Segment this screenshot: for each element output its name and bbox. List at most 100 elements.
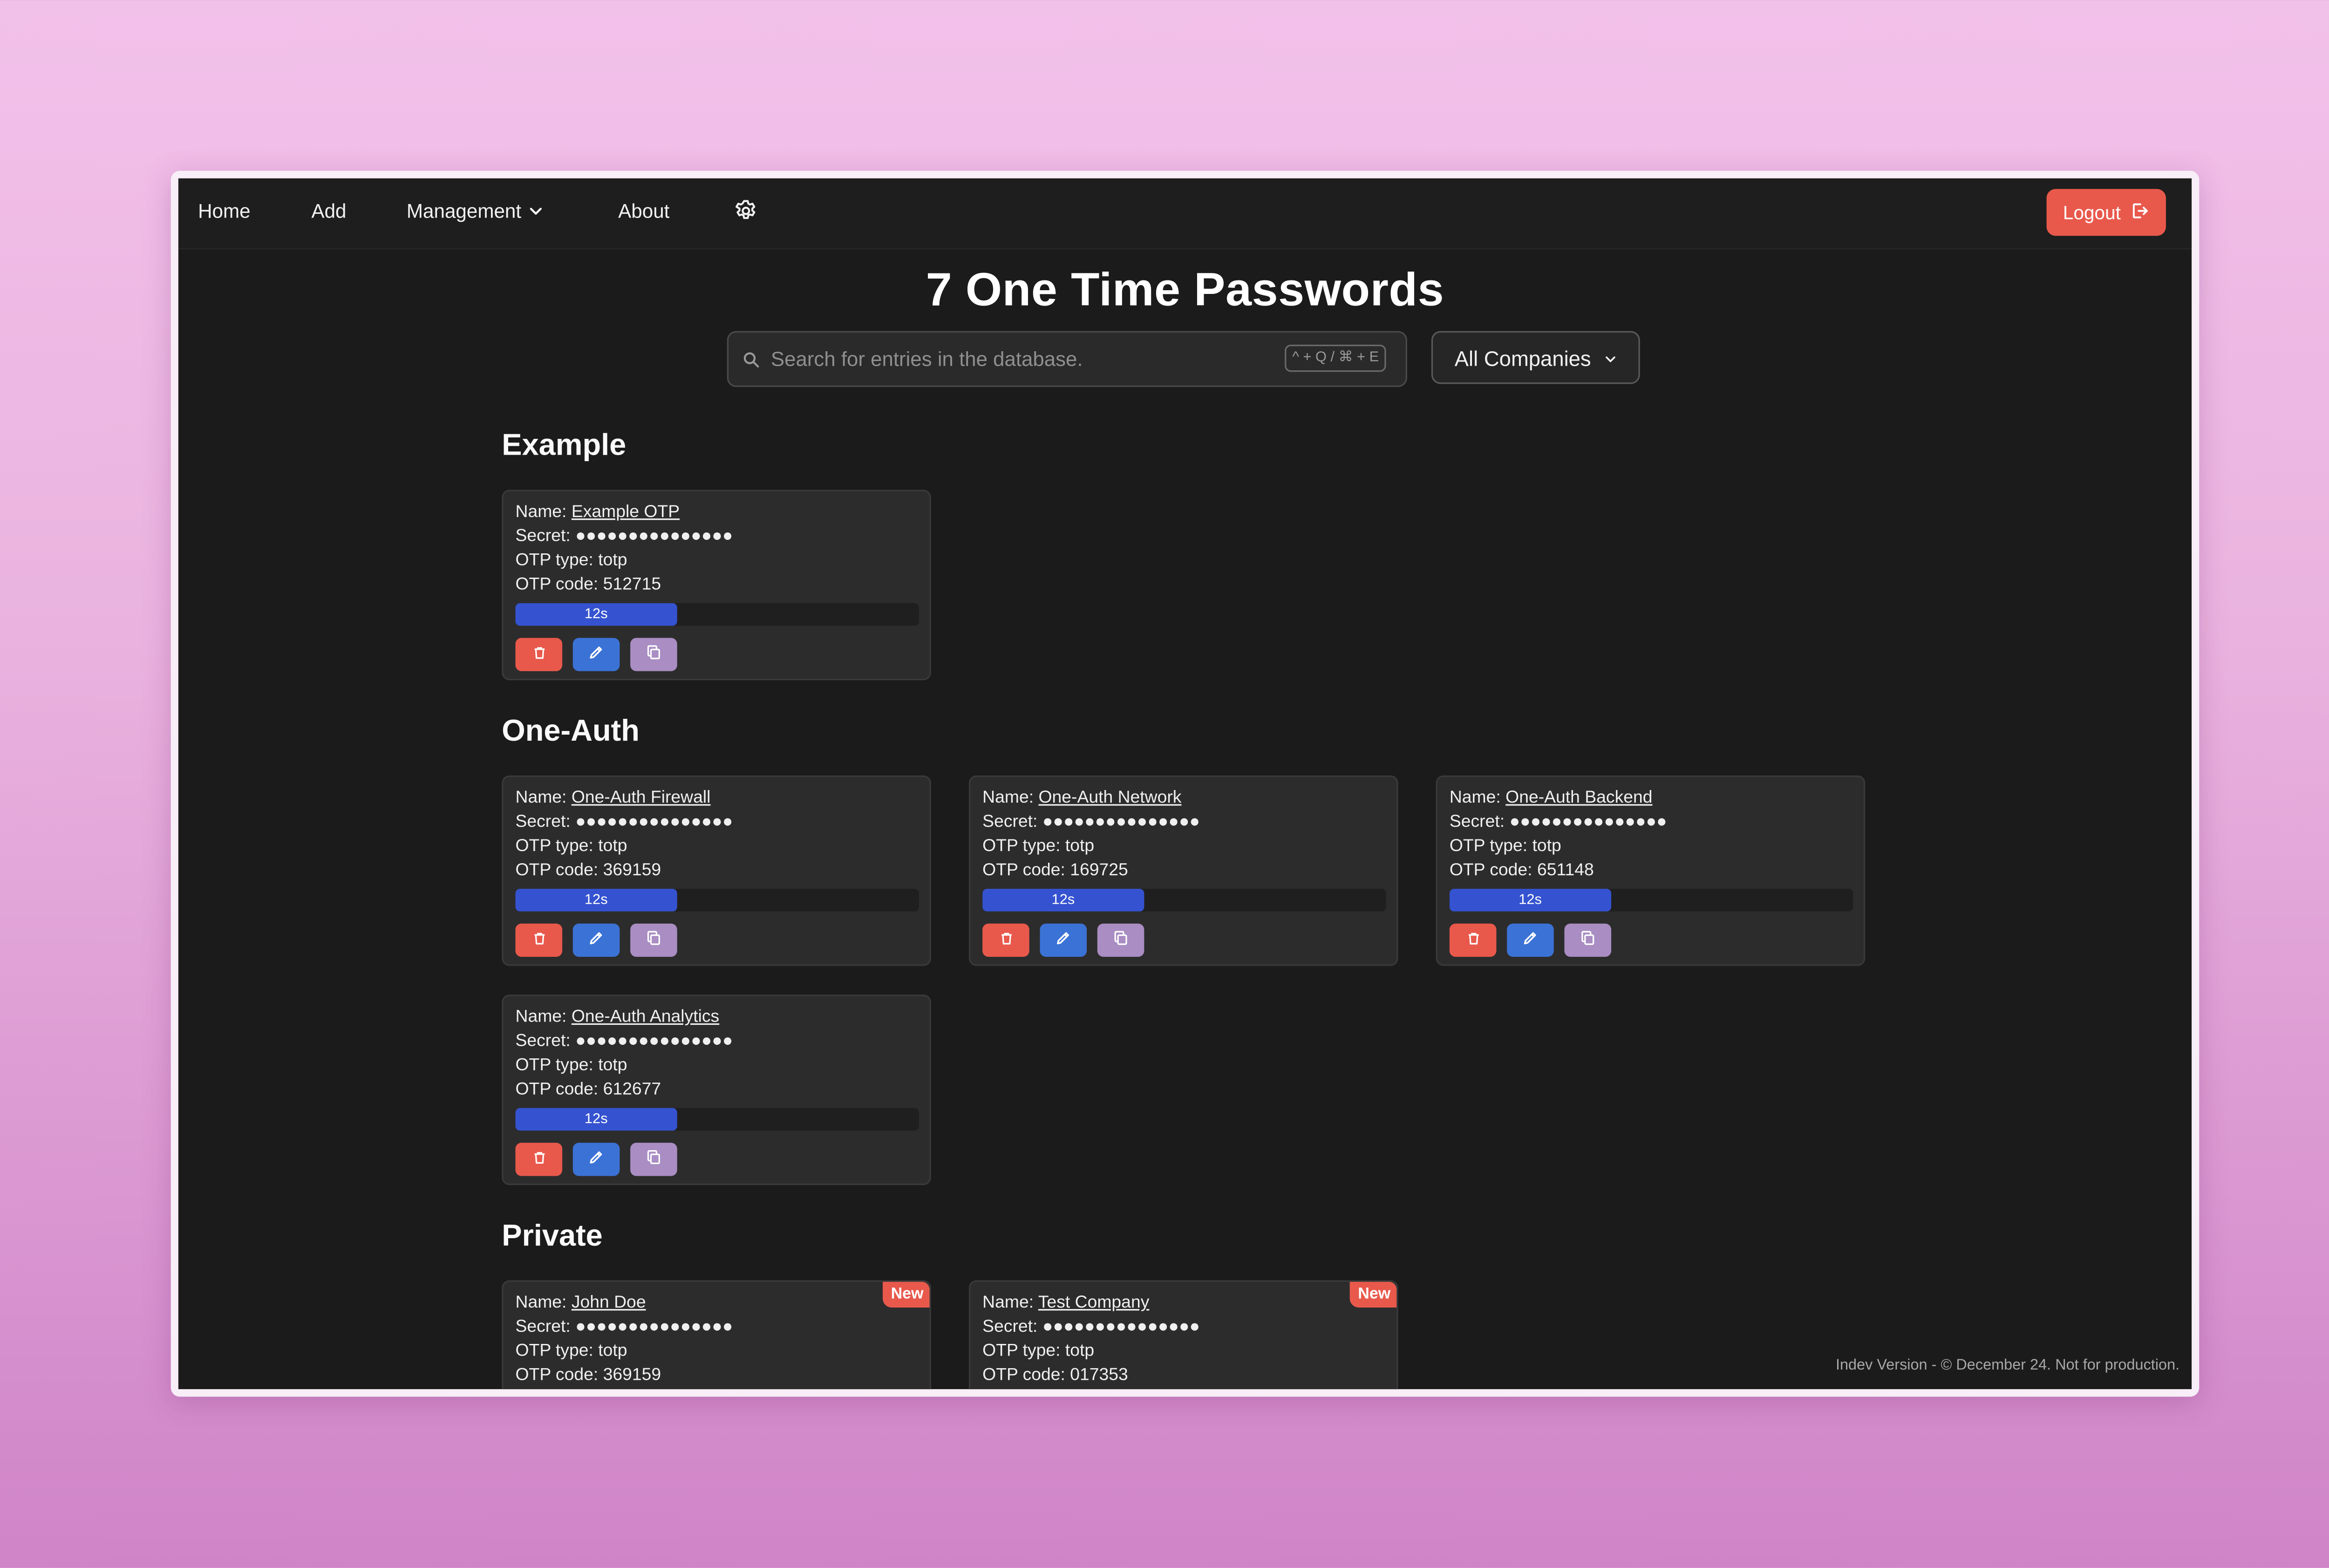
otp-name-label: Name:: [982, 1294, 1034, 1312]
section-title-one-auth: One-Auth: [502, 715, 640, 749]
otp-timer-label: 12s: [584, 892, 608, 909]
section-title-example: Example: [502, 429, 627, 463]
otp-type-row: OTP type: totp: [982, 838, 1094, 856]
otp-type-label: OTP type:: [982, 837, 1061, 856]
otp-type-value: totp: [598, 1342, 627, 1361]
search-box: ^ + Q / ⌘ + E: [727, 331, 1408, 387]
gear-icon: [733, 198, 759, 224]
otp-code-label: OTP code:: [1449, 861, 1532, 880]
edit-button[interactable]: [572, 923, 620, 957]
keyboard-shortcut-hint: ^ + Q / ⌘ + E: [1285, 344, 1387, 372]
otp-code-row: OTP code: 369159: [516, 862, 661, 880]
edit-button[interactable]: [572, 638, 620, 671]
copy-button[interactable]: [630, 638, 677, 671]
nav-about-link[interactable]: About: [618, 199, 669, 222]
otp-type-value: totp: [1065, 1342, 1095, 1361]
otp-code-label: OTP code:: [982, 1366, 1065, 1385]
nav-add-link[interactable]: Add: [311, 199, 346, 222]
pencil-icon: [588, 1146, 605, 1173]
trash-icon: [1465, 927, 1480, 954]
otp-type-label: OTP type:: [982, 1342, 1061, 1361]
otp-name-link[interactable]: One-Auth Backend: [1505, 789, 1652, 807]
otp-card: Name: John Doe Secret: ●●●●●●●●●●●●●●● OTP…: [502, 1280, 931, 1390]
otp-type-value: totp: [598, 1057, 627, 1075]
otp-secret-label: Secret:: [982, 813, 1038, 832]
otp-code-row: OTP code: 512715: [516, 576, 661, 594]
delete-button[interactable]: [515, 1143, 563, 1176]
edit-button[interactable]: [1507, 923, 1554, 957]
otp-code-value: 512715: [603, 576, 661, 594]
otp-type-row: OTP type: totp: [516, 552, 627, 570]
otp-type-label: OTP type:: [515, 552, 593, 570]
otp-secret-row: Secret: ●●●●●●●●●●●●●●●: [516, 1032, 733, 1050]
logout-icon: [2130, 200, 2149, 225]
otp-actions: [515, 1143, 677, 1176]
otp-type-label: OTP type:: [1449, 837, 1528, 856]
copy-button[interactable]: [630, 1143, 677, 1176]
otp-name-link[interactable]: Example OTP: [572, 504, 680, 522]
otp-type-value: totp: [1532, 837, 1561, 856]
edit-button[interactable]: [1040, 923, 1087, 957]
copy-button[interactable]: [630, 923, 677, 957]
company-filter-value: All Companies: [1454, 345, 1591, 370]
otp-type-row: OTP type: totp: [516, 838, 627, 856]
otp-code-row: OTP code: 651148: [1450, 862, 1594, 880]
otp-name-label: Name:: [515, 503, 567, 522]
otp-timer-bar: 12s: [515, 889, 919, 912]
otp-secret-label: Secret:: [982, 1318, 1038, 1336]
otp-secret-row: Secret: ●●●●●●●●●●●●●●●: [516, 527, 733, 545]
nav-management-dropdown[interactable]: Management: [407, 199, 544, 222]
otp-name-link[interactable]: One-Auth Analytics: [572, 1008, 719, 1026]
otp-secret-value: ●●●●●●●●●●●●●●●: [575, 1318, 733, 1336]
otp-type-value: totp: [1065, 837, 1095, 856]
otp-secret-value: ●●●●●●●●●●●●●●●: [1509, 813, 1667, 832]
settings-button[interactable]: [733, 198, 759, 224]
trash-icon: [531, 641, 546, 668]
otp-name-row: Name: One-Auth Backend: [1450, 789, 1653, 807]
otp-code-value: 369159: [603, 861, 661, 880]
trash-icon: [998, 927, 1013, 954]
otp-code-value: 169725: [1070, 861, 1128, 880]
otp-secret-row: Secret: ●●●●●●●●●●●●●●●: [516, 1318, 733, 1336]
otp-secret-row: Secret: ●●●●●●●●●●●●●●●: [982, 813, 1200, 832]
otp-name-label: Name:: [515, 1294, 567, 1312]
otp-timer-bar: 12s: [515, 603, 919, 626]
otp-timer-label: 12s: [584, 606, 608, 623]
otp-code-label: OTP code:: [515, 1081, 599, 1099]
otp-name-link[interactable]: Test Company: [1038, 1294, 1150, 1312]
otp-name-row: Name: John Doe: [516, 1294, 646, 1312]
otp-name-link[interactable]: One-Auth Firewall: [572, 789, 711, 807]
delete-button[interactable]: [515, 923, 563, 957]
otp-card: Name: Test Company Secret: ●●●●●●●●●●●●●●…: [968, 1280, 1398, 1390]
otp-actions: [515, 923, 677, 957]
search-input[interactable]: [770, 332, 1270, 386]
pencil-icon: [588, 641, 605, 668]
logout-button[interactable]: Logout: [2046, 189, 2166, 236]
trash-icon: [531, 1146, 546, 1173]
otp-name-link[interactable]: John Doe: [572, 1294, 646, 1312]
delete-button[interactable]: [515, 638, 563, 671]
company-filter-select[interactable]: All Companies: [1431, 331, 1640, 384]
chevron-down-icon: [527, 203, 544, 219]
otp-code-row: OTP code: 612677: [516, 1081, 661, 1099]
copy-button[interactable]: [1097, 923, 1144, 957]
delete-button[interactable]: [982, 923, 1029, 957]
otp-code-value: 612677: [603, 1081, 661, 1099]
otp-card: Name: One-Auth Backend Secret: ●●●●●●●●●●…: [1436, 775, 1866, 966]
otp-actions: [515, 638, 677, 671]
delete-button[interactable]: [1449, 923, 1497, 957]
otp-secret-value: ●●●●●●●●●●●●●●●: [575, 813, 733, 832]
pencil-icon: [1055, 927, 1072, 954]
copy-icon: [646, 927, 662, 954]
copy-button[interactable]: [1564, 923, 1612, 957]
otp-timer-fill: 12s: [515, 603, 677, 626]
copy-icon: [646, 641, 662, 668]
pencil-icon: [588, 927, 605, 954]
otp-timer-bar: 12s: [982, 889, 1386, 912]
otp-name-link[interactable]: One-Auth Network: [1038, 789, 1181, 807]
edit-button[interactable]: [572, 1143, 620, 1176]
otp-code-label: OTP code:: [515, 861, 599, 880]
nav-home-link[interactable]: Home: [198, 199, 251, 222]
otp-card: Name: One-Auth Analytics Secret: ●●●●●●●●…: [502, 995, 931, 1186]
otp-type-row: OTP type: totp: [516, 1342, 627, 1360]
